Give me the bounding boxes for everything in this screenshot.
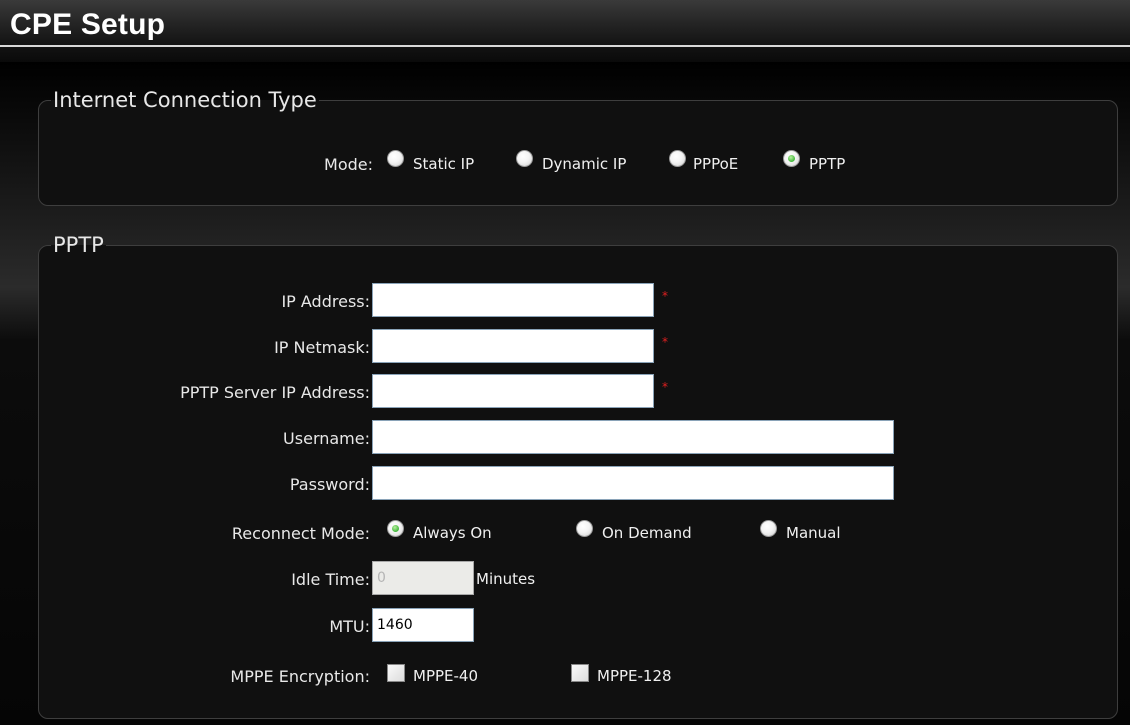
ip-address-required-mark: * xyxy=(662,289,668,303)
mppe-128-label[interactable]: MPPE-128 xyxy=(597,667,672,685)
reconnect-manual-label[interactable]: Manual xyxy=(786,524,841,542)
reconnect-always-on-label[interactable]: Always On xyxy=(413,524,492,542)
mode-dynamic-ip-label[interactable]: Dynamic IP xyxy=(542,155,626,173)
mtu-input[interactable]: 1460 xyxy=(372,608,474,642)
ip-netmask-label: IP Netmask: xyxy=(274,338,370,357)
server-ip-label: PPTP Server IP Address: xyxy=(180,383,370,402)
mode-label: Mode: xyxy=(324,155,373,174)
connection-type-section: Internet Connection Type xyxy=(38,88,1118,206)
idle-time-label: Idle Time: xyxy=(291,570,370,589)
ip-netmask-input[interactable] xyxy=(372,329,654,363)
mode-pptp-radio[interactable] xyxy=(783,150,800,167)
password-input[interactable] xyxy=(372,466,894,500)
mtu-label: MTU: xyxy=(329,617,370,636)
mode-pptp-label[interactable]: PPTP xyxy=(809,155,845,173)
mppe-128-checkbox[interactable] xyxy=(571,664,589,682)
mppe-40-checkbox[interactable] xyxy=(387,664,405,682)
reconnect-always-on-radio[interactable] xyxy=(387,520,404,537)
mode-dynamic-ip-radio[interactable] xyxy=(516,150,533,167)
ip-address-label: IP Address: xyxy=(281,292,370,311)
server-ip-input[interactable] xyxy=(372,374,654,408)
username-label: Username: xyxy=(283,429,370,448)
mppe-encryption-label: MPPE Encryption: xyxy=(230,667,370,686)
mode-pppoe-label[interactable]: PPPoE xyxy=(693,155,738,173)
idle-time-input: 0 xyxy=(372,561,474,595)
reconnect-mode-label: Reconnect Mode: xyxy=(231,524,370,543)
reconnect-manual-radio[interactable] xyxy=(760,520,777,537)
mppe-40-label[interactable]: MPPE-40 xyxy=(413,667,478,685)
pptp-legend: PPTP xyxy=(53,233,104,257)
ip-address-input[interactable] xyxy=(372,283,654,317)
server-ip-required-mark: * xyxy=(662,380,668,394)
password-label: Password: xyxy=(289,475,370,494)
page-title: CPE Setup xyxy=(10,8,166,41)
mode-static-ip-radio[interactable] xyxy=(387,150,404,167)
mode-pppoe-radio[interactable] xyxy=(669,150,686,167)
title-underline xyxy=(0,45,1130,47)
mode-static-ip-label[interactable]: Static IP xyxy=(413,155,474,173)
reconnect-on-demand-radio[interactable] xyxy=(576,520,593,537)
connection-type-legend: Internet Connection Type xyxy=(53,88,317,112)
username-input[interactable] xyxy=(372,420,894,454)
page-header: CPE Setup xyxy=(0,0,1130,62)
ip-netmask-required-mark: * xyxy=(662,335,668,349)
reconnect-on-demand-label[interactable]: On Demand xyxy=(602,524,692,542)
idle-time-unit: Minutes xyxy=(476,570,536,588)
